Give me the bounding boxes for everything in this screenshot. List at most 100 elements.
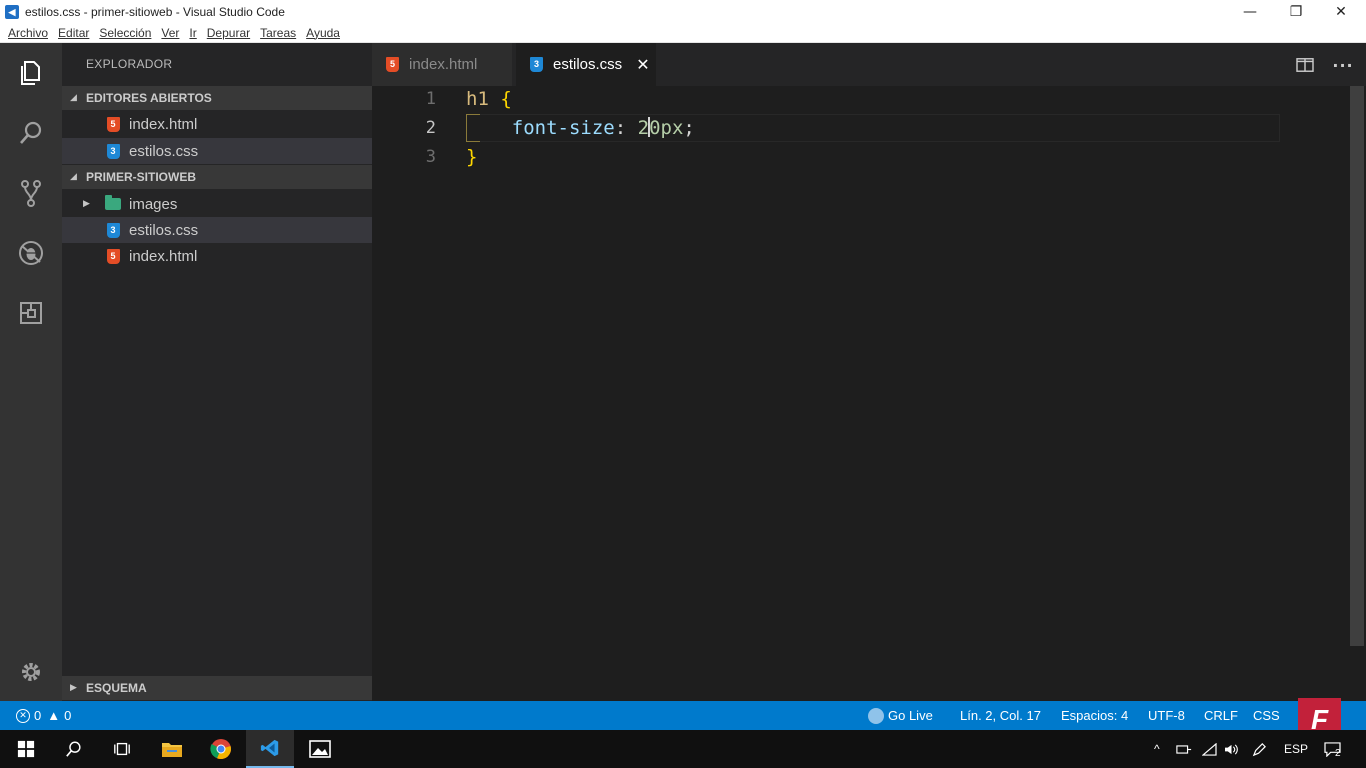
tree-item-index-html[interactable]: 5 index.html xyxy=(62,243,372,269)
extensions-icon[interactable] xyxy=(0,288,62,338)
css-value-part2: 0 xyxy=(649,117,661,139)
open-editor-name: estilos.css xyxy=(129,142,199,160)
search-icon[interactable] xyxy=(0,108,62,158)
file-explorer-icon[interactable] xyxy=(148,730,196,768)
tree-item-name: images xyxy=(129,195,178,213)
problems-indicator[interactable]: ✕ 0 ▲ 0 xyxy=(16,701,71,730)
project-label: PRIMER-SITIOWEB xyxy=(86,170,196,184)
wifi-icon[interactable] xyxy=(1202,740,1217,758)
menu-ayuda[interactable]: Ayuda xyxy=(306,26,340,40)
indentation-setting[interactable]: Espacios: 4 xyxy=(1061,701,1128,730)
line-number: 2 xyxy=(425,118,436,138)
code-editor[interactable]: 1 2 3 h1 { font-size: 20px; } xyxy=(372,86,1366,701)
tab-estilos-css[interactable]: 3 estilos.css ✕ xyxy=(516,43,656,86)
css-file-icon: 3 xyxy=(530,57,543,72)
minimize-button[interactable]: — xyxy=(1227,0,1273,23)
menu-ver[interactable]: Ver xyxy=(161,26,179,40)
open-editors-label: EDITORES ABIERTOS xyxy=(86,91,212,105)
notifications-button[interactable]: 2 xyxy=(1324,740,1341,759)
css-unit: px xyxy=(660,117,684,139)
tray-chevron-up-icon[interactable]: ^ xyxy=(1154,740,1160,758)
outline-label: ESQUEMA xyxy=(86,681,147,695)
colon: : xyxy=(614,117,627,139)
semicolon: ; xyxy=(683,117,695,139)
eol-setting[interactable]: CRLF xyxy=(1204,701,1238,730)
language-indicator[interactable]: ESP xyxy=(1284,740,1308,758)
code-line-1: h1 { xyxy=(466,88,512,110)
open-editor-name: index.html xyxy=(129,115,198,133)
go-live-button[interactable]: Go Live xyxy=(868,701,933,730)
split-editor-icon[interactable] xyxy=(1294,55,1316,75)
menu-archivo[interactable]: Archivo xyxy=(8,26,48,40)
windows-start-icon[interactable] xyxy=(2,730,50,768)
menu-ir[interactable]: Ir xyxy=(189,26,196,40)
task-view-icon[interactable] xyxy=(98,730,146,768)
vscode-icon[interactable] xyxy=(246,730,294,768)
tree-item-name: estilos.css xyxy=(129,221,199,239)
explorer-sidebar: EXPLORADOR ◢ EDITORES ABIERTOS 5 index.h… xyxy=(62,43,372,701)
css-file-icon: 3 xyxy=(105,143,121,159)
broadcast-icon xyxy=(868,707,884,724)
open-editor-item-estilos-css[interactable]: 3 estilos.css xyxy=(62,138,372,164)
folder-icon xyxy=(105,195,121,212)
close-brace: } xyxy=(466,146,478,168)
encoding-setting[interactable]: UTF-8 xyxy=(1148,701,1185,730)
code-line-3: } xyxy=(466,146,477,168)
window-title: estilos.css - primer-sitioweb - Visual S… xyxy=(25,4,285,19)
chevron-right-icon: ▶ xyxy=(70,683,77,693)
go-live-label: Go Live xyxy=(888,708,933,723)
network-adapter-icon[interactable] xyxy=(1176,740,1192,758)
error-icon: ✕ xyxy=(16,708,30,723)
menu-depurar[interactable]: Depurar xyxy=(207,26,250,40)
pen-icon[interactable] xyxy=(1252,740,1267,758)
tab-index-html[interactable]: 5 index.html xyxy=(372,43,512,86)
notification-count: 2 xyxy=(1335,747,1341,759)
search-icon[interactable] xyxy=(50,730,98,768)
files-icon[interactable] xyxy=(0,48,62,98)
tree-item-estilos-css[interactable]: 3 estilos.css xyxy=(62,217,372,243)
maximize-button[interactable]: ❐ xyxy=(1273,0,1319,23)
cursor-position[interactable]: Lín. 2, Col. 17 xyxy=(960,701,1041,730)
menu-editar[interactable]: Editar xyxy=(58,26,89,40)
status-bar: ✕ 0 ▲ 0 Go Live Lín. 2, Col. 17 Espacios… xyxy=(0,701,1366,730)
source-control-icon[interactable] xyxy=(0,168,62,218)
html-file-icon: 5 xyxy=(386,57,399,72)
close-tab-icon[interactable]: ✕ xyxy=(636,55,649,74)
css-selector: h1 xyxy=(466,88,489,110)
more-actions-button[interactable]: ··· xyxy=(1332,55,1354,75)
chrome-icon[interactable] xyxy=(197,730,245,768)
html-file-icon: 5 xyxy=(105,116,121,132)
editor-scrollbar[interactable] xyxy=(1350,86,1364,646)
windows-taskbar: ^ ESP 2 xyxy=(0,730,1366,768)
settings-gear-icon[interactable] xyxy=(0,647,62,697)
error-count: 0 xyxy=(34,708,42,723)
html-file-icon: 5 xyxy=(105,248,121,264)
menu-seleccion[interactable]: Selección xyxy=(99,26,151,40)
project-section[interactable]: ◢ PRIMER-SITIOWEB xyxy=(62,165,372,189)
photos-icon[interactable] xyxy=(296,730,344,768)
volume-icon[interactable] xyxy=(1224,740,1239,758)
vscode-app-icon: ◀ xyxy=(5,4,19,19)
language-mode[interactable]: CSS xyxy=(1253,701,1280,730)
debug-icon[interactable] xyxy=(0,228,62,278)
tab-label: index.html xyxy=(409,56,478,73)
warning-icon: ▲ xyxy=(47,708,61,723)
open-editor-item-index-html[interactable]: 5 index.html xyxy=(62,111,372,137)
chevron-right-icon: ▶ xyxy=(83,199,90,209)
activity-bar xyxy=(0,43,62,701)
chevron-down-icon: ◢ xyxy=(70,93,77,103)
line-number: 3 xyxy=(425,147,436,167)
menu-bar: Archivo Editar Selección Ver Ir Depurar … xyxy=(0,23,1366,43)
menu-tareas[interactable]: Tareas xyxy=(260,26,296,40)
line-number: 1 xyxy=(425,89,436,109)
tree-item-images-folder[interactable]: ▶ images xyxy=(62,191,372,217)
close-window-button[interactable]: ✕ xyxy=(1318,0,1364,23)
warning-count: 0 xyxy=(64,708,72,723)
open-editors-section[interactable]: ◢ EDITORES ABIERTOS xyxy=(62,86,372,110)
outline-section[interactable]: ▶ ESQUEMA xyxy=(62,676,372,700)
tree-item-name: index.html xyxy=(129,247,198,265)
editor-tab-bar: 5 index.html 3 estilos.css ✕ ··· xyxy=(372,43,1366,86)
chevron-down-icon: ◢ xyxy=(70,172,77,182)
